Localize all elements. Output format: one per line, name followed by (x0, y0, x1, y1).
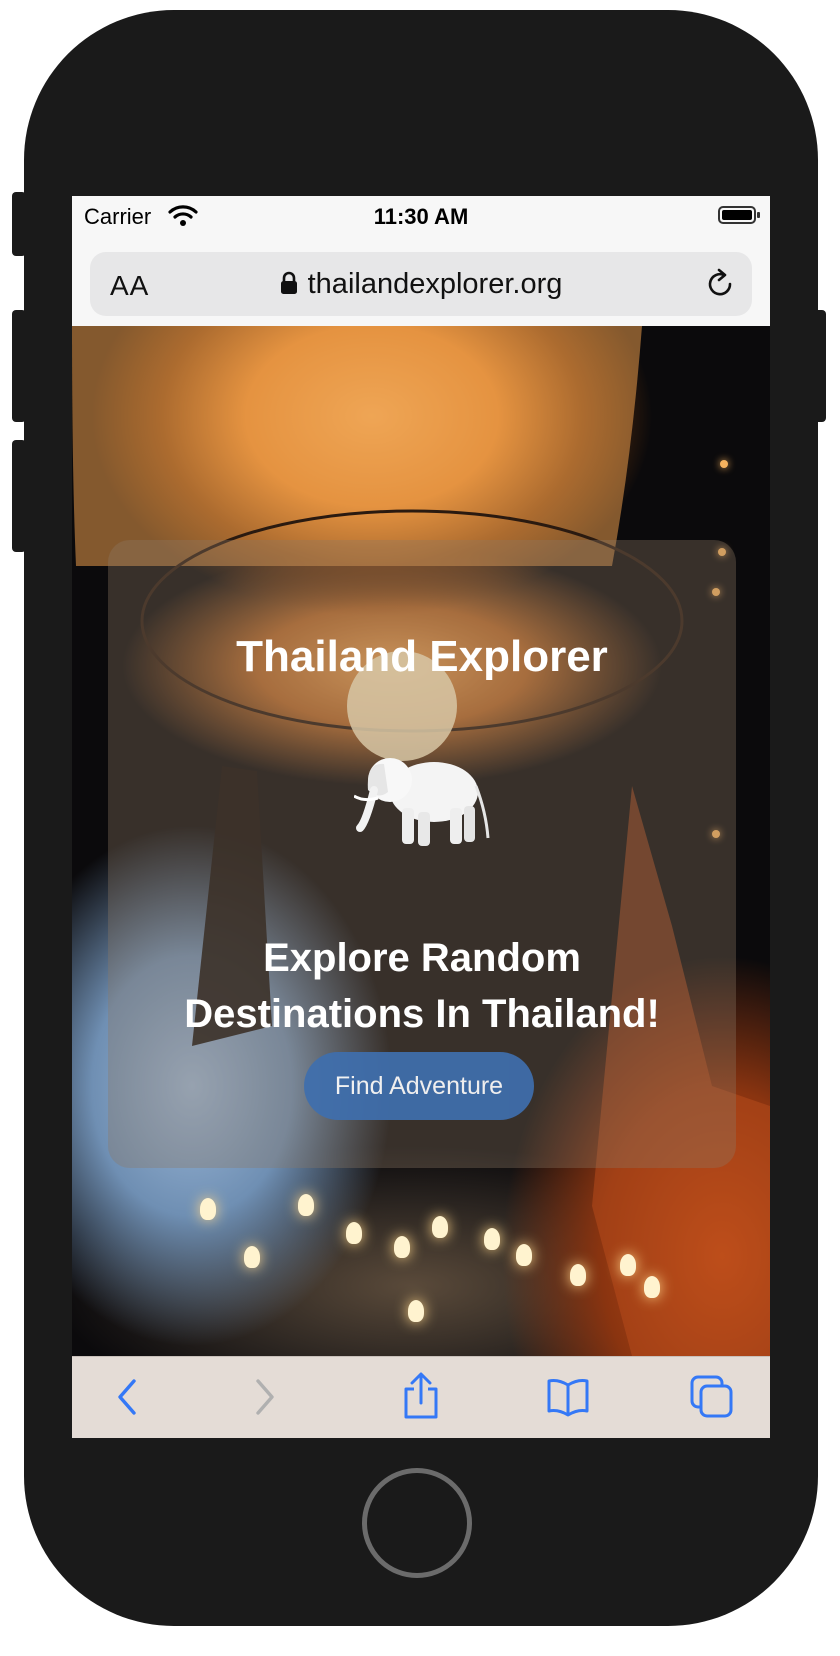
floating-lantern (720, 460, 728, 468)
tagline-line-1: Explore Random (263, 936, 581, 980)
hero-background: Thailand Explorer Explore Random Destina… (72, 326, 770, 1356)
address-bar-area: AA thailandexplorer.org (72, 240, 770, 327)
candle-light (484, 1228, 500, 1250)
candle-light (644, 1276, 660, 1298)
tagline-line-2: Destinations In Thailand! (184, 992, 660, 1036)
address-bar[interactable]: AA thailandexplorer.org (90, 252, 752, 316)
device-screen: Carrier 11:30 AM AA thailandexplorer.org (72, 196, 770, 1438)
chevron-right-icon (256, 1379, 274, 1415)
reload-icon[interactable] (704, 268, 736, 300)
candle-light (394, 1236, 410, 1258)
candle-light (620, 1254, 636, 1276)
chevron-left-icon[interactable] (114, 1375, 140, 1419)
tagline: Explore Random Destinations In Thailand! (108, 930, 736, 1042)
candle-light (432, 1216, 448, 1238)
lock-icon (280, 271, 297, 294)
url-text: thailandexplorer.org (307, 268, 563, 300)
candle-light (570, 1264, 586, 1286)
volume-down-button (12, 440, 26, 552)
candle-light (244, 1246, 260, 1268)
volume-up-button (12, 310, 26, 422)
elephant-logo (354, 758, 490, 846)
candle-light (298, 1194, 314, 1216)
power-button (812, 310, 826, 422)
find-adventure-button[interactable]: Find Adventure (304, 1052, 534, 1120)
battery-icon (718, 206, 760, 224)
tabs-icon[interactable] (690, 1375, 734, 1419)
site-title: Thailand Explorer (236, 632, 608, 681)
status-bar: Carrier 11:30 AM (72, 196, 770, 240)
candle-light (200, 1198, 216, 1220)
book-icon[interactable] (546, 1377, 590, 1417)
mute-switch (12, 192, 26, 256)
share-icon[interactable] (402, 1371, 440, 1421)
browser-toolbar (72, 1356, 770, 1438)
home-button[interactable] (362, 1468, 472, 1578)
candle-light (408, 1300, 424, 1322)
status-time: 11:30 AM (373, 204, 469, 229)
candle-light (516, 1244, 532, 1266)
url-display[interactable]: thailandexplorer.org (90, 268, 752, 301)
hero-card: Thailand Explorer Explore Random Destina… (108, 540, 736, 1168)
candle-light (346, 1222, 362, 1244)
